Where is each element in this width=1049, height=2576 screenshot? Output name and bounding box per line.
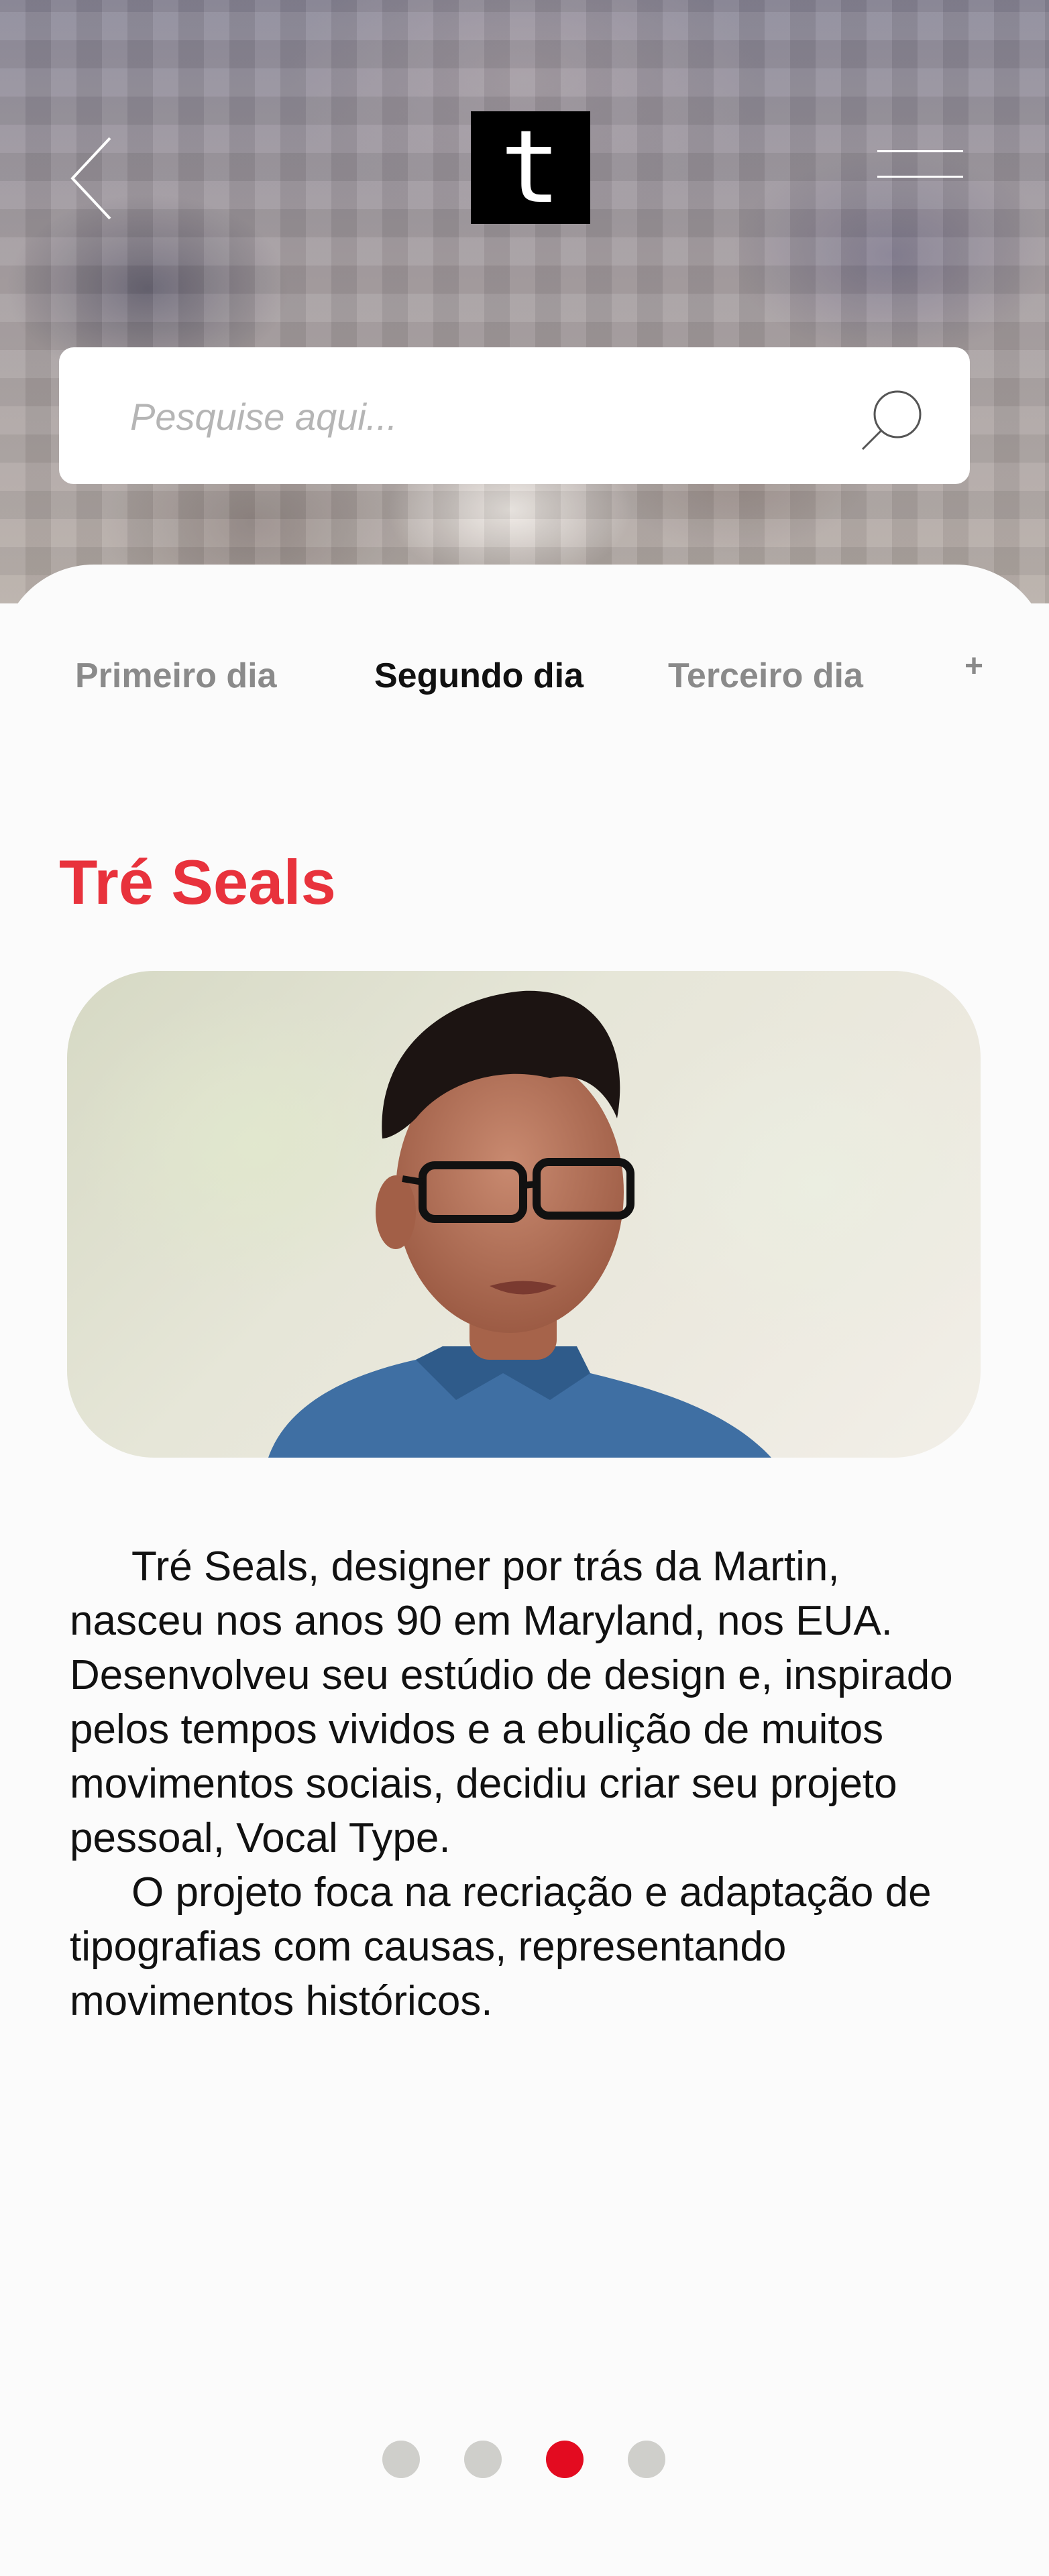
search-icon[interactable] bbox=[859, 386, 926, 453]
tab-terceiro-dia[interactable]: Terceiro dia bbox=[668, 656, 863, 696]
portrait-illustration bbox=[268, 990, 771, 1458]
logo-letter: t bbox=[500, 109, 561, 226]
article-paragraph: O projeto foca na recriação e adaptação … bbox=[70, 1869, 932, 2024]
tab-label: Primeiro dia bbox=[75, 656, 277, 695]
pagination-dot[interactable] bbox=[464, 2441, 502, 2478]
article-paragraph: Tré Seals, designer por trás da Martin, … bbox=[70, 1543, 953, 1861]
hero-background bbox=[0, 0, 1049, 603]
article-title: Tré Seals bbox=[59, 847, 336, 917]
search-bar bbox=[59, 347, 970, 484]
tab-primeiro-dia[interactable]: Primeiro dia bbox=[75, 656, 277, 696]
chevron-left-icon bbox=[70, 137, 111, 220]
hamburger-icon bbox=[877, 150, 963, 152]
hamburger-icon-line bbox=[877, 176, 963, 178]
tab-label: Segundo dia bbox=[374, 656, 584, 695]
pagination-dots bbox=[382, 2441, 677, 2479]
portrait-photo bbox=[67, 971, 981, 1458]
hero-blur-overlay bbox=[0, 0, 1049, 603]
search-input[interactable] bbox=[129, 385, 842, 448]
tab-segundo-dia[interactable]: Segundo dia bbox=[374, 656, 584, 696]
pagination-dot-active[interactable] bbox=[546, 2441, 584, 2478]
add-tab-button[interactable]: + bbox=[964, 648, 983, 685]
article-body: Tré Seals, designer por trás da Martin, … bbox=[70, 1539, 982, 2028]
app-logo[interactable]: t bbox=[471, 111, 590, 224]
pagination-dot[interactable] bbox=[382, 2441, 420, 2478]
tab-label: Terceiro dia bbox=[668, 656, 863, 695]
menu-button[interactable] bbox=[875, 150, 969, 184]
back-button[interactable] bbox=[66, 131, 119, 225]
pagination-dot[interactable] bbox=[628, 2441, 665, 2478]
